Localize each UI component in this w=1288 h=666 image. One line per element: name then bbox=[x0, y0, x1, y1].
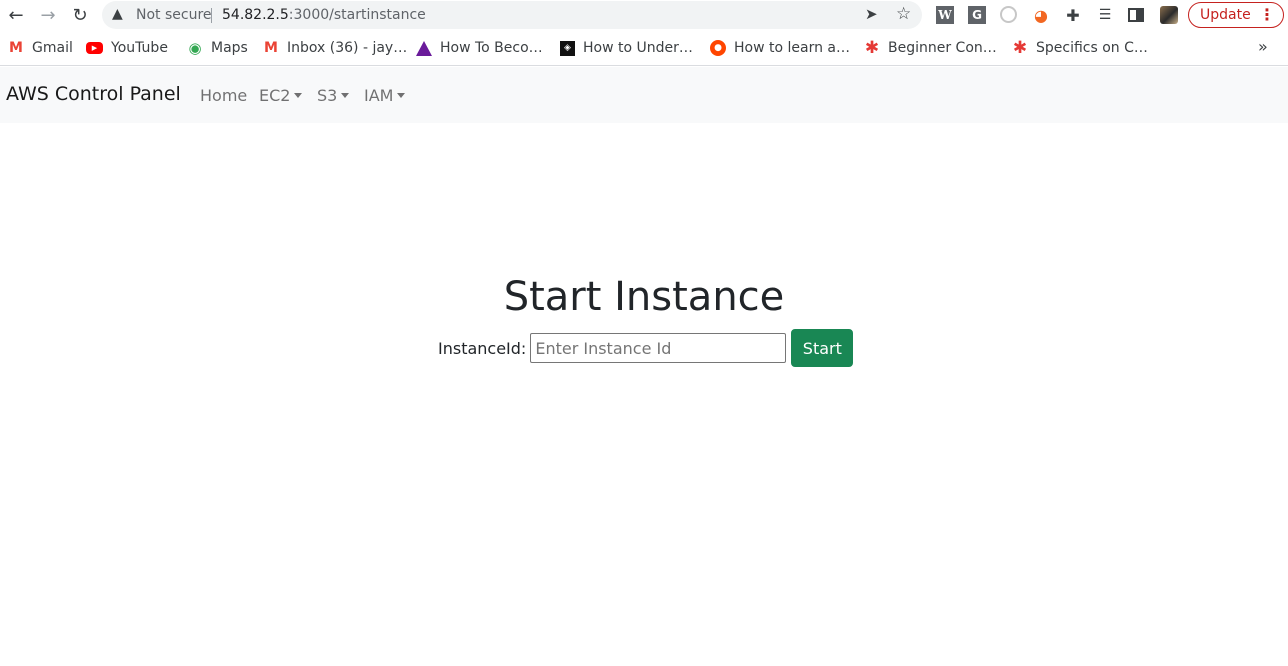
update-button[interactable]: Update ⋮ bbox=[1188, 2, 1284, 28]
nav-s3-dropdown[interactable]: S3 bbox=[317, 86, 350, 105]
gmail-icon: M bbox=[264, 40, 278, 56]
bookmark-how-to-learn[interactable]: ● How to learn a… bbox=[710, 39, 850, 57]
warning-triangle-icon[interactable]: ▲ bbox=[112, 6, 123, 22]
bookmark-label: Maps bbox=[211, 40, 248, 56]
extension-ring-icon[interactable] bbox=[1000, 6, 1017, 23]
reload-icon[interactable]: ↻ bbox=[68, 4, 92, 26]
bookmark-label: How To Beco… bbox=[440, 40, 543, 56]
address-separator bbox=[211, 8, 212, 23]
send-icon[interactable]: ➤ bbox=[865, 5, 878, 23]
bookmark-label: Specifics on C… bbox=[1036, 40, 1148, 56]
reading-list-icon[interactable]: ☰ bbox=[1096, 6, 1114, 24]
address-bar[interactable]: ▲ Not secure 54.82.2.5:3000/startinstanc… bbox=[102, 1, 922, 29]
nav-home[interactable]: Home bbox=[200, 86, 247, 105]
nav-home-label: Home bbox=[200, 86, 248, 105]
youtube-icon: ▶ bbox=[86, 42, 103, 54]
nav-ec2-label: EC2 bbox=[259, 86, 291, 105]
app-navbar: AWS Control Panel Home EC2 S3 IAM bbox=[0, 67, 1288, 123]
bookmark-inbox[interactable]: M Inbox (36) - jay… bbox=[263, 39, 407, 57]
reddit-icon: ● bbox=[710, 40, 726, 56]
bookmark-label: Gmail bbox=[32, 40, 73, 56]
navbar-brand[interactable]: AWS Control Panel bbox=[6, 83, 181, 105]
extensions-puzzle-icon[interactable]: ✚ bbox=[1064, 6, 1082, 25]
chevron-down-icon bbox=[397, 93, 406, 98]
maps-icon: ◉ bbox=[188, 39, 202, 57]
back-arrow-icon[interactable]: ← bbox=[4, 4, 28, 26]
bookmark-how-to-beco[interactable]: How To Beco… bbox=[416, 39, 543, 57]
bookmark-label: YouTube bbox=[111, 40, 168, 56]
bookmark-maps[interactable]: ◉ Maps bbox=[187, 39, 248, 57]
update-label: Update bbox=[1200, 7, 1251, 23]
url-host: 54.82.2.5 bbox=[222, 7, 289, 23]
bookmark-gmail[interactable]: M Gmail bbox=[8, 39, 73, 57]
url-path: :3000/startinstance bbox=[288, 7, 426, 23]
nav-ec2-dropdown[interactable]: EC2 bbox=[259, 86, 303, 105]
not-secure-label[interactable]: Not secure bbox=[136, 7, 212, 23]
bookmark-label: Inbox (36) - jay… bbox=[287, 40, 408, 56]
start-button[interactable]: Start bbox=[791, 329, 854, 367]
bookmark-specifics[interactable]: ✱ Specifics on C… bbox=[1012, 38, 1148, 58]
bookmark-label: Beginner Con… bbox=[888, 40, 997, 56]
extension-w-icon[interactable]: W bbox=[936, 6, 954, 24]
triangle-icon bbox=[416, 40, 432, 56]
bookmark-beginner[interactable]: ✱ Beginner Con… bbox=[864, 38, 997, 58]
bookmark-star-icon[interactable]: ☆ bbox=[896, 4, 911, 24]
extension-orange-icon[interactable]: ◕ bbox=[1032, 6, 1050, 25]
bookmark-youtube[interactable]: ▶ YouTube bbox=[86, 39, 168, 57]
bookmark-label: How to Under… bbox=[583, 40, 693, 56]
browser-toolbar: ← → ↻ ▲ Not secure 54.82.2.5:3000/starti… bbox=[0, 0, 1288, 31]
chevron-down-icon bbox=[341, 93, 350, 98]
bookmark-label: How to learn a… bbox=[734, 40, 850, 56]
asterisk-icon: ✱ bbox=[864, 38, 880, 58]
instance-id-label: InstanceId: bbox=[438, 338, 527, 358]
nav-s3-label: S3 bbox=[317, 86, 338, 105]
more-menu-icon: ⋮ bbox=[1259, 5, 1275, 24]
bookmark-how-to-under[interactable]: ◈ How to Under… bbox=[560, 39, 693, 57]
bookmarks-bar: M Gmail ▶ YouTube ◉ Maps M Inbox (36) - … bbox=[0, 31, 1288, 66]
chevron-down-icon bbox=[294, 93, 303, 98]
forward-arrow-icon[interactable]: → bbox=[36, 4, 60, 26]
more-bookmarks-icon[interactable]: » bbox=[1258, 37, 1268, 56]
instance-id-input[interactable] bbox=[530, 333, 787, 363]
start-instance-form: InstanceId: Start bbox=[438, 329, 854, 367]
nav-iam-dropdown[interactable]: IAM bbox=[364, 86, 406, 105]
dark-square-icon: ◈ bbox=[560, 40, 575, 56]
gmail-icon: M bbox=[9, 40, 23, 56]
page-title: Start Instance bbox=[503, 274, 785, 320]
nav-iam-label: IAM bbox=[364, 86, 394, 105]
asterisk-icon: ✱ bbox=[1012, 38, 1028, 58]
side-panel-icon[interactable] bbox=[1128, 8, 1144, 22]
url-text[interactable]: 54.82.2.5:3000/startinstance bbox=[222, 7, 426, 23]
profile-avatar[interactable] bbox=[1160, 6, 1178, 24]
extension-g-icon[interactable]: G bbox=[968, 6, 986, 24]
